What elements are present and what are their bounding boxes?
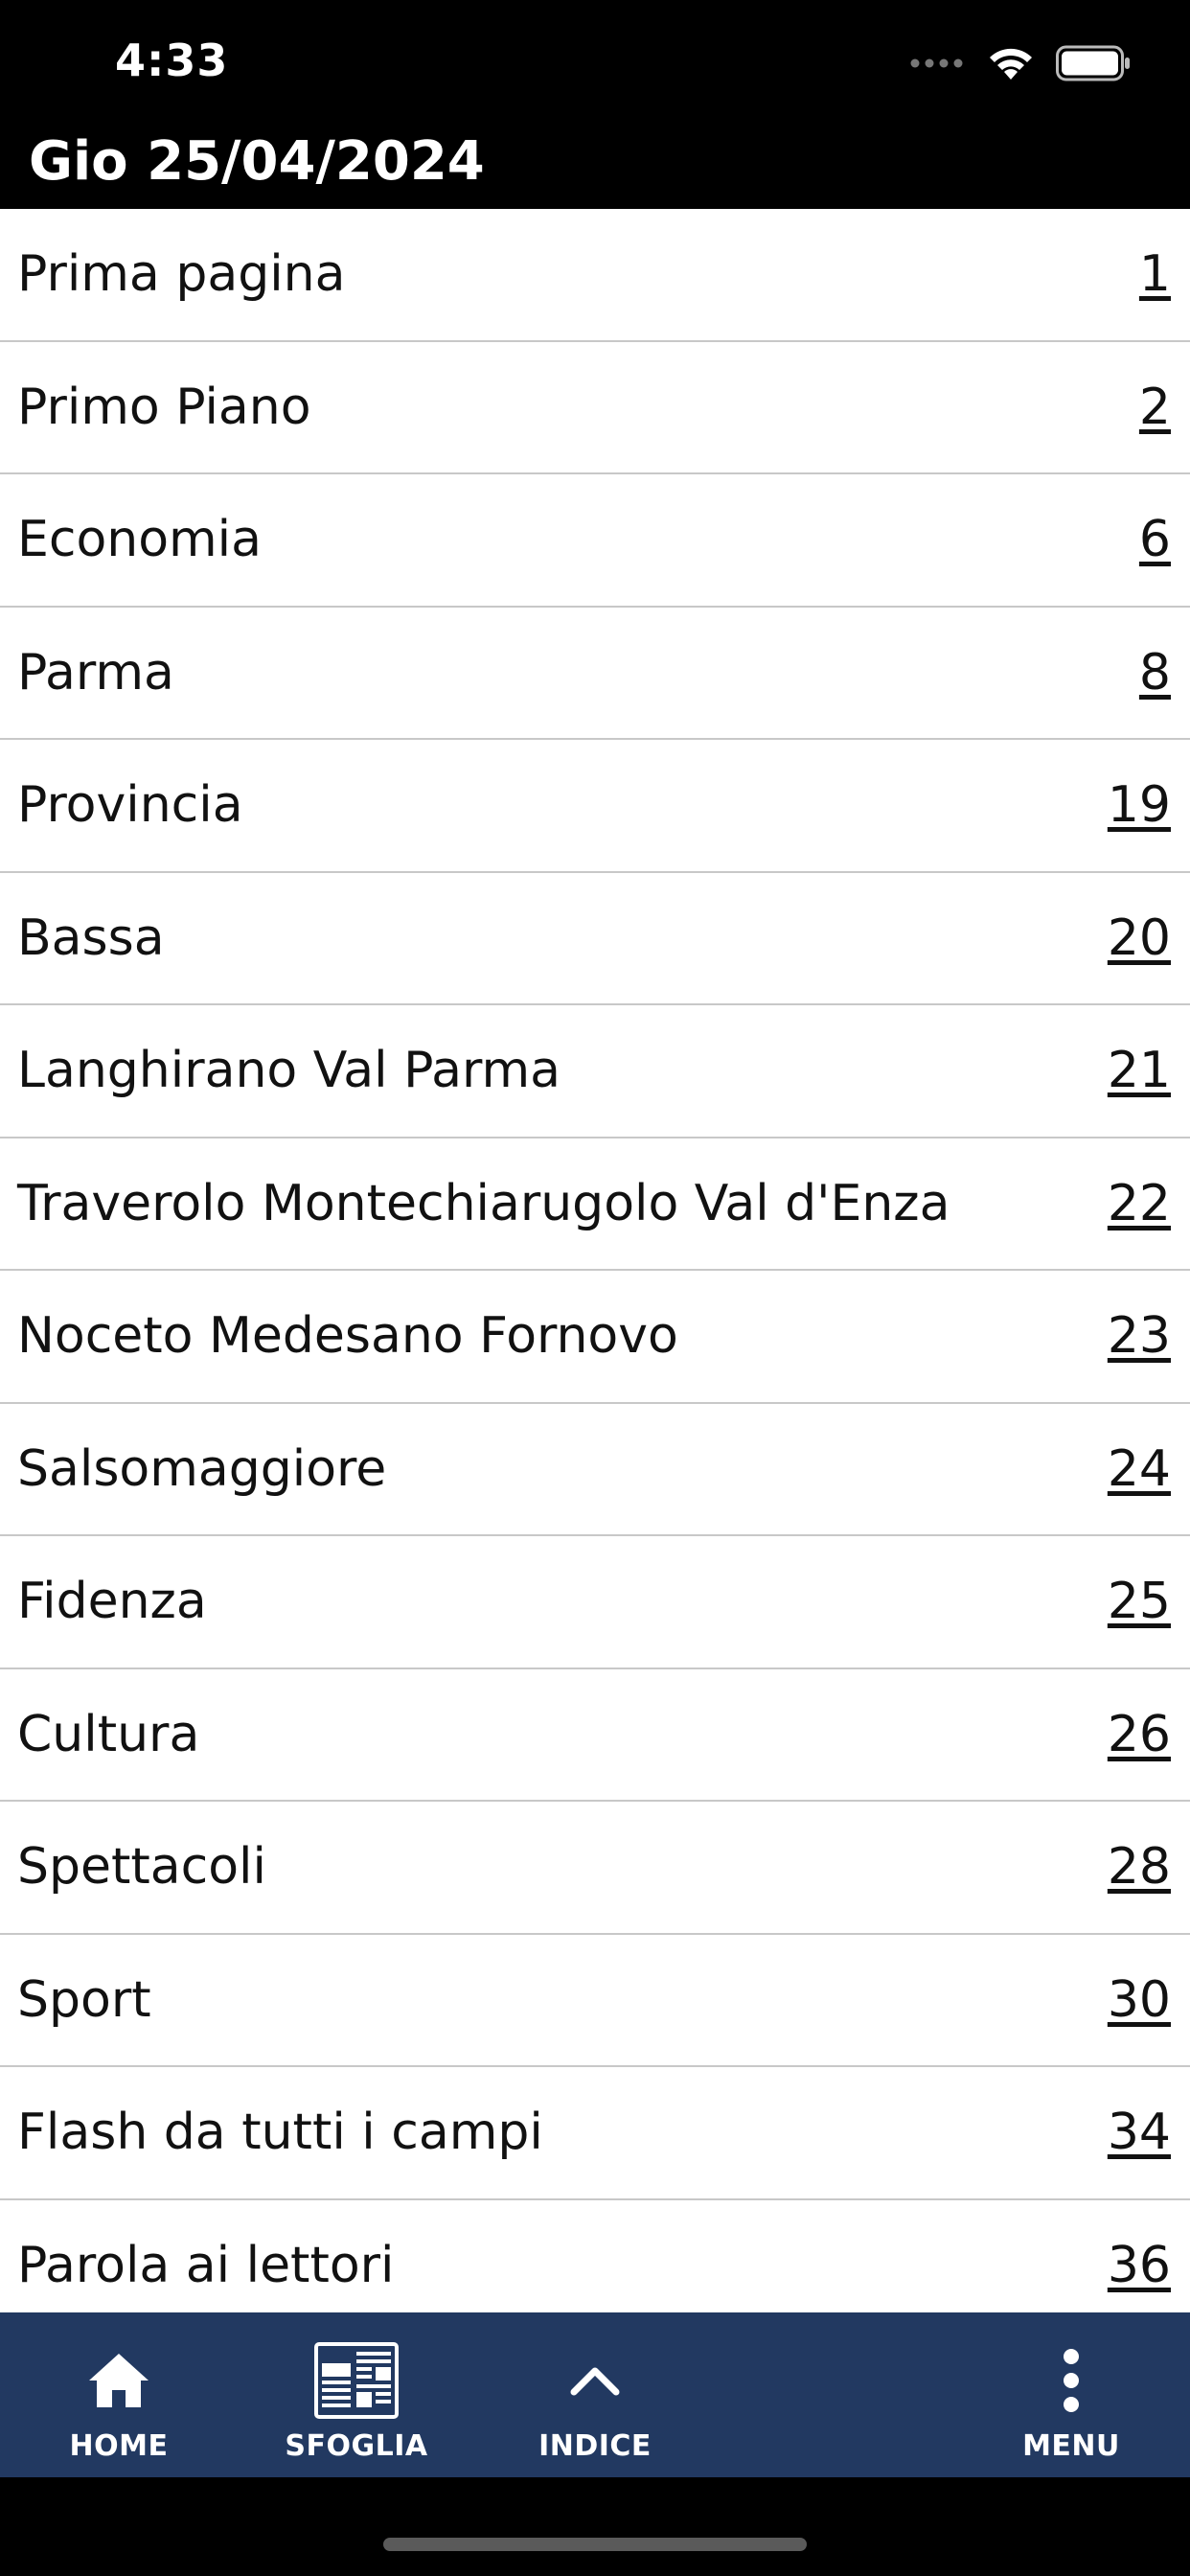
tab-home[interactable]: HOME [13,2312,224,2477]
more-vertical-icon [1062,2337,1081,2424]
section-label: Primo Piano [17,378,311,436]
tab-indice-label: INDICE [538,2429,652,2463]
section-label: Economia [17,511,262,568]
list-item[interactable]: Traverolo Montechiarugolo Val d'Enza 22 [0,1138,1190,1271]
section-page-link[interactable]: 30 [1108,1971,1171,2029]
section-label: Bassa [17,908,165,967]
list-item[interactable]: Primo Piano 2 [0,342,1190,474]
section-page-link[interactable]: 34 [1108,2104,1171,2161]
section-label: Traverolo Montechiarugolo Val d'Enza [17,1174,950,1232]
tab-menu[interactable]: MENU [966,2312,1177,2477]
list-item[interactable]: Sport 30 [0,1935,1190,2067]
list-item[interactable]: Flash da tutti i campi 34 [0,2067,1190,2200]
tab-menu-label: MENU [1022,2429,1120,2463]
section-label: Parma [17,643,174,702]
home-indicator-area [0,2477,1190,2576]
chevron-up-icon [570,2337,620,2424]
tab-home-label: HOME [69,2429,169,2463]
list-item[interactable]: Bassa 20 [0,873,1190,1005]
section-page-link[interactable]: 23 [1108,1307,1171,1365]
section-label: Cultura [17,1705,200,1763]
section-page-link[interactable]: 8 [1139,644,1171,702]
list-item[interactable]: Langhirano Val Parma 21 [0,1005,1190,1138]
section-label: Noceto Medesano Fornovo [17,1307,678,1365]
battery-icon [1056,45,1130,81]
section-page-link[interactable]: 19 [1108,776,1171,834]
page-title: Gio 25/04/2024 [29,130,485,193]
tab-indice[interactable]: INDICE [490,2312,700,2477]
section-index-list: Prima pagina 1 Primo Piano 2 Economia 6 … [0,209,1190,2312]
list-item[interactable]: Cultura 26 [0,1669,1190,1802]
signal-icon [910,58,963,68]
list-item[interactable]: Noceto Medesano Fornovo 23 [0,1271,1190,1404]
bottom-tab-bar: HOME SFOGLIA INDICE MENU [0,2312,1190,2477]
section-label: Sport [17,1970,151,2029]
section-label: Salsomaggiore [17,1439,387,1498]
status-bar: 4:33 [0,0,1190,125]
list-item[interactable]: Fidenza 25 [0,1536,1190,1669]
section-label: Provincia [17,776,243,834]
section-page-link[interactable]: 21 [1108,1042,1171,1099]
section-label: Langhirano Val Parma [17,1042,561,1099]
section-page-link[interactable]: 24 [1108,1440,1171,1498]
section-page-link[interactable]: 22 [1108,1175,1171,1232]
list-item[interactable]: Salsomaggiore 24 [0,1404,1190,1536]
status-icons [910,42,1133,84]
section-page-link[interactable]: 26 [1108,1706,1171,1763]
section-page-link[interactable]: 6 [1139,511,1171,568]
newspaper-icon [314,2337,399,2424]
list-item[interactable]: Parma 8 [0,608,1190,740]
list-item[interactable]: Economia 6 [0,474,1190,608]
section-page-link[interactable]: 2 [1139,379,1171,436]
section-page-link[interactable]: 25 [1108,1573,1171,1630]
section-label: Spettacoli [17,1838,266,1896]
section-label: Prima pagina [17,245,346,303]
tab-sfoglia-label: SFOGLIA [285,2429,428,2463]
section-page-link[interactable]: 20 [1108,909,1171,967]
list-item[interactable]: Prima pagina 1 [0,209,1190,342]
tab-sfoglia[interactable]: SFOGLIA [251,2312,462,2477]
home-indicator[interactable] [383,2538,807,2551]
top-header: Gio 25/04/2024 [0,125,1190,209]
list-item[interactable]: Provincia 19 [0,740,1190,873]
home-icon [87,2337,150,2424]
section-label: Flash da tutti i campi [17,2104,543,2161]
section-page-link[interactable]: 28 [1108,1838,1171,1896]
wifi-icon [990,48,1032,80]
list-item[interactable]: Parola ai lettori 36 [0,2200,1190,2313]
section-page-link[interactable]: 36 [1108,2237,1171,2294]
status-time: 4:33 [115,34,229,86]
list-item[interactable]: Spettacoli 28 [0,1802,1190,1935]
section-page-link[interactable]: 1 [1139,245,1171,303]
section-label: Fidenza [17,1573,207,1630]
section-label: Parola ai lettori [17,2236,395,2294]
